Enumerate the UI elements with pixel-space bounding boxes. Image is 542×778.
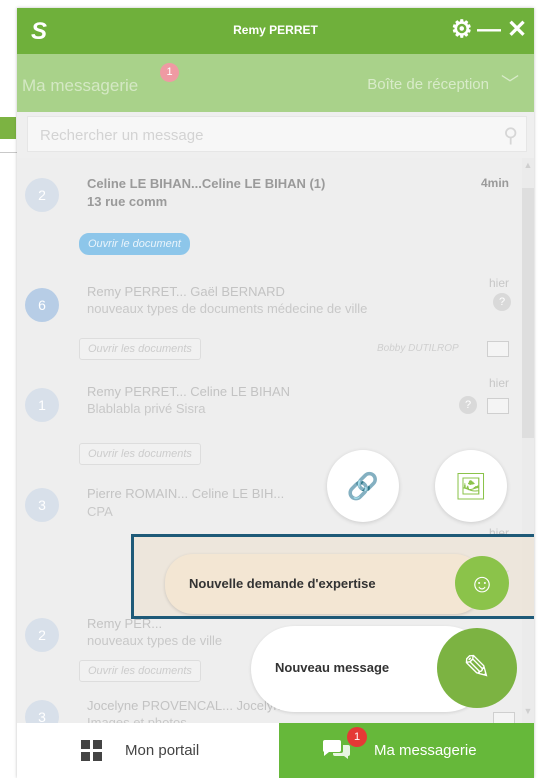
expertise-label: Nouvelle demande d'expertise <box>189 576 376 591</box>
avatar: 6 <box>25 288 59 322</box>
new-expertise-request-button[interactable]: Nouvelle demande d'expertise <box>165 554 483 614</box>
avatar: 2 <box>25 178 59 212</box>
conversation-item[interactable]: 6 Remy PERRET... Gaël BERNARD nouveaux t… <box>17 268 517 368</box>
messaging-window: S Remy PERRET ⚙ — ✕ Ma messagerie 1 Boît… <box>17 8 534 778</box>
bottom-navigation: Mon portail 1 Ma messagerie <box>17 723 534 778</box>
new-message-label: Nouveau message <box>275 660 390 675</box>
image-attachment-icon <box>487 398 509 414</box>
nav-portal-tab[interactable]: Mon portail <box>17 723 279 778</box>
conversation-subject: CPA <box>87 504 113 519</box>
conversation-title: Celine LE BIHAN...Celine LE BIHAN (1) <box>87 176 326 191</box>
scroll-down-arrow[interactable]: ▼ <box>522 706 534 716</box>
attach-file-button[interactable]: 🔗 <box>327 450 399 522</box>
open-documents-button[interactable]: Ouvrir les documents <box>79 443 201 465</box>
avatar: 1 <box>25 388 59 422</box>
info-icon: ? <box>493 293 511 311</box>
expert-head-icon[interactable]: ☺ <box>455 556 509 610</box>
portal-label: Mon portail <box>125 742 200 759</box>
conversation-item[interactable]: 2 Celine LE BIHAN...Celine LE BIHAN (1) … <box>17 158 517 268</box>
conversation-subject: nouveaux types de documents médecine de … <box>87 301 368 316</box>
close-icon[interactable]: ✕ <box>507 18 527 42</box>
conversation-title: Remy PERRET... Celine LE BIHAN <box>87 384 291 399</box>
avatar: 3 <box>25 488 59 522</box>
unread-badge: 1 <box>160 63 179 82</box>
conversation-subject: nouveaux types de ville <box>87 633 223 648</box>
attachment-icon <box>487 341 509 357</box>
conversation-subject: 13 rue comm <box>87 194 168 209</box>
page-title: Ma messagerie <box>22 76 139 95</box>
conversation-time: 4min <box>480 176 509 190</box>
minimize-icon[interactable]: — <box>477 18 501 42</box>
avatar: 3 <box>25 700 59 723</box>
conversation-subject: Images et photos <box>87 715 187 723</box>
background-tab <box>0 117 16 139</box>
conversation-subject: Blablabla privé Sisra <box>87 401 206 416</box>
conversation-time: hier <box>488 276 509 290</box>
open-document-button[interactable]: Ouvrir le document <box>79 233 190 255</box>
scrollbar-thumb[interactable] <box>522 188 534 438</box>
title-bar: S Remy PERRET ⚙ — ✕ <box>17 8 534 54</box>
messaging-badge: 1 <box>347 727 367 747</box>
messaging-label: Ma messagerie <box>374 742 477 759</box>
pencil-icon[interactable]: ✎ <box>437 628 517 708</box>
image-attachment-icon <box>493 712 515 723</box>
search-icon[interactable]: ⚲ <box>503 123 518 148</box>
chevron-down-icon[interactable]: ﹀ <box>501 70 519 96</box>
image-icon: 🖼 <box>454 471 488 501</box>
paperclip-icon: 🔗 <box>346 471 380 501</box>
conversation-time: hier <box>488 376 509 390</box>
nav-messaging-tab[interactable]: 1 Ma messagerie <box>279 723 534 778</box>
messaging-header: Ma messagerie 1 Boîte de réception ﹀ <box>17 54 534 112</box>
scroll-up-arrow[interactable]: ▲ <box>522 160 534 170</box>
search-input[interactable] <box>28 117 502 153</box>
author-note: Bobby DUTILROP <box>377 343 459 354</box>
folder-selector[interactable]: Boîte de réception <box>367 76 489 93</box>
open-documents-button[interactable]: Ouvrir les documents <box>79 660 201 682</box>
grid-icon <box>81 740 103 762</box>
conversation-title: Remy PERRET... Gaël BERNARD <box>87 284 285 299</box>
gear-icon[interactable]: ⚙ <box>451 18 473 42</box>
info-icon: ? <box>459 396 477 414</box>
avatar: 2 <box>25 618 59 652</box>
background-divider <box>0 152 18 153</box>
search-box: ⚲ <box>27 116 527 153</box>
open-documents-button[interactable]: Ouvrir les documents <box>79 338 201 360</box>
conversation-title: Pierre ROMAIN... Celine LE BIH... <box>87 486 285 501</box>
add-image-button[interactable]: 🖼 <box>435 450 507 522</box>
chat-bubbles-icon <box>322 740 350 759</box>
